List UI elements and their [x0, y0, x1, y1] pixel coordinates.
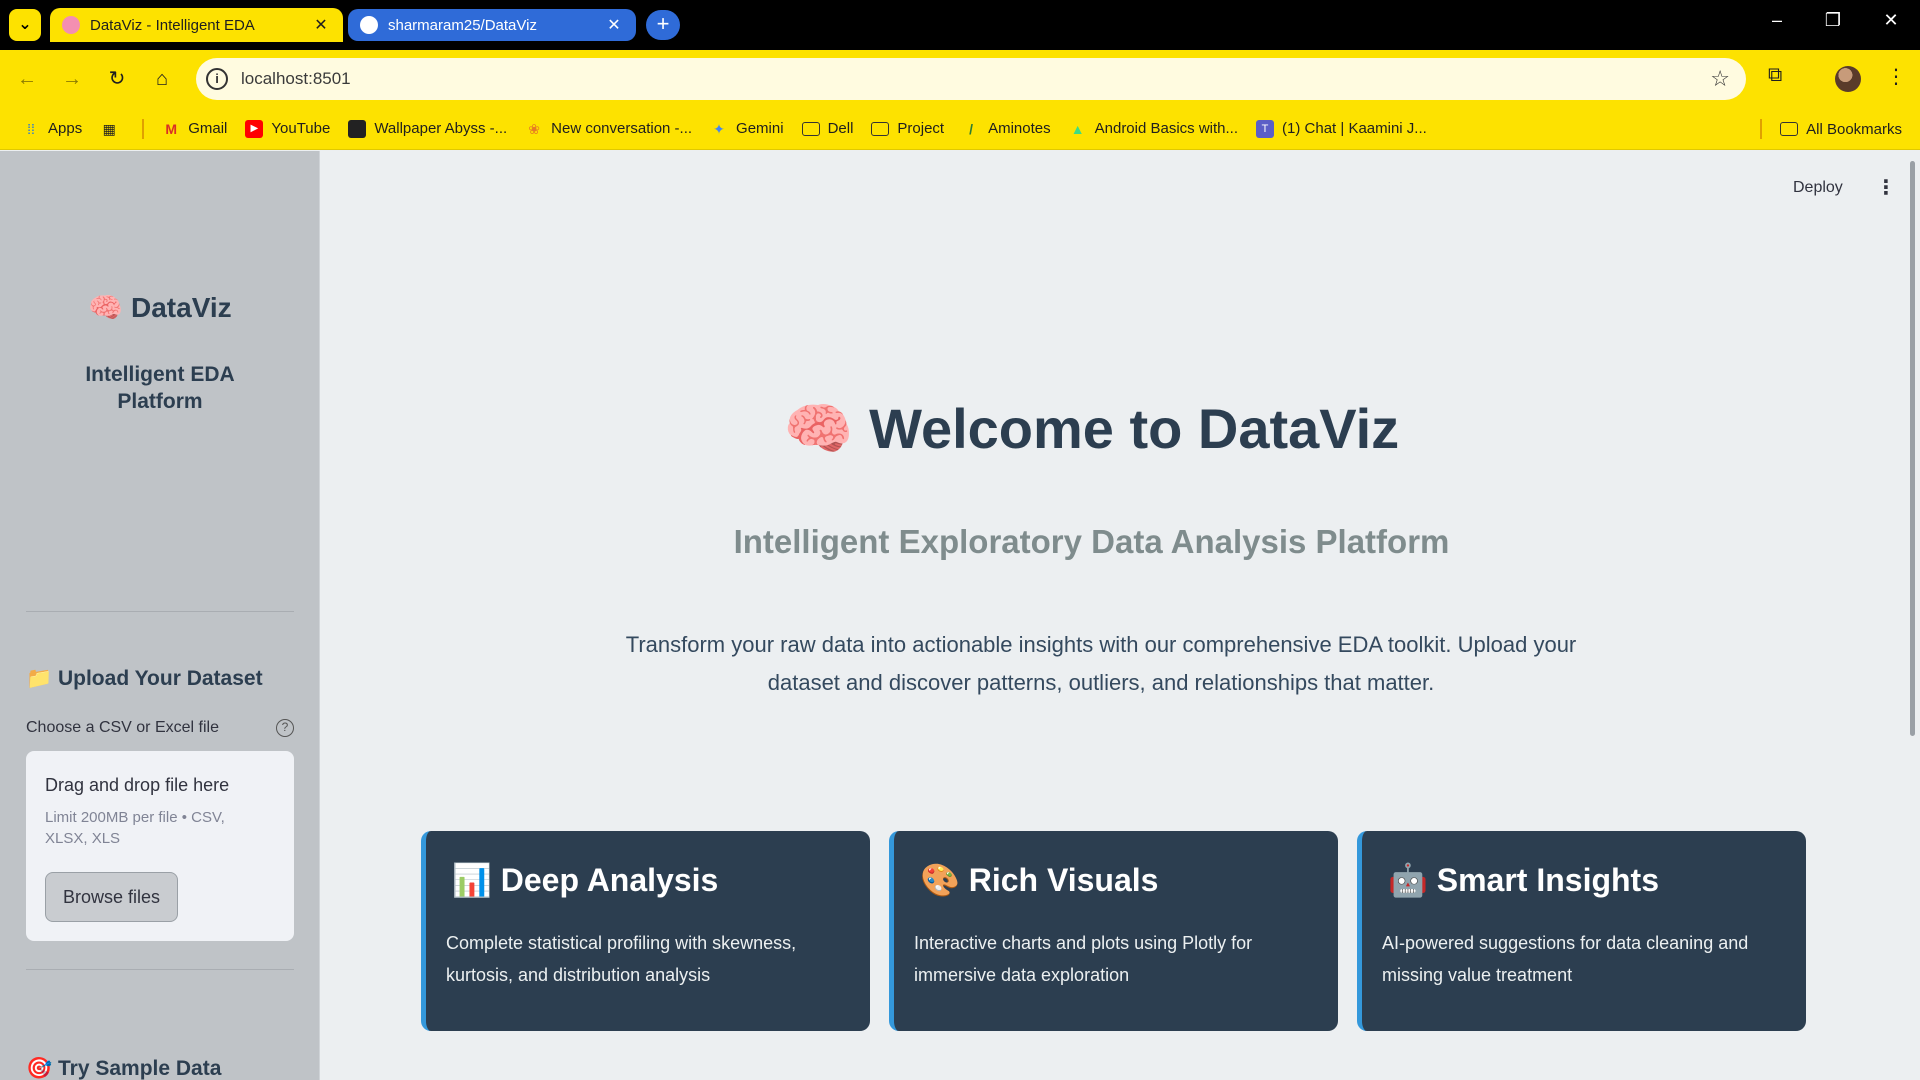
bookmark-copilot[interactable]: ❀ New conversation -...	[525, 120, 692, 138]
bookmark-dell[interactable]: Dell	[801, 120, 854, 137]
bookmark-gmail[interactable]: M Gmail	[162, 120, 227, 138]
page-description: Transform your raw data into actionable …	[625, 632, 1577, 695]
bookmark-label: Dell	[827, 120, 854, 137]
all-bookmarks-label: All Bookmarks	[1806, 120, 1902, 138]
bookmark-label: Aminotes	[988, 120, 1051, 137]
youtube-icon: ▶	[245, 119, 264, 138]
tab-title: DataViz - Intelligent EDA	[90, 16, 255, 34]
gmail-icon: M	[165, 120, 178, 137]
bookmark-android[interactable]: ▲ Android Basics with...	[1069, 120, 1238, 138]
bookmark-gemini[interactable]: ✦ Gemini	[710, 120, 784, 138]
close-tab-icon[interactable]: ✕	[311, 15, 331, 35]
profile-avatar[interactable]	[1835, 66, 1861, 92]
tab-github[interactable]: sharmaram25/DataViz ✕	[348, 9, 636, 41]
card-description: AI-powered suggestions for data cleaning…	[1382, 933, 1749, 985]
bookmark-label: Project	[897, 120, 945, 137]
upload-label: Choose a CSV or Excel file	[26, 719, 219, 736]
bookmark-teams[interactable]: T (1) Chat | Kaamini J...	[1256, 119, 1427, 138]
sidebar: 🧠 DataViz Intelligent EDA Platform 📁 Upl…	[0, 151, 320, 1080]
card-description: Interactive charts and plots using Plotl…	[914, 933, 1253, 985]
dropzone-title: Drag and drop file here	[45, 775, 230, 795]
window-close-icon[interactable]: ✕	[1876, 10, 1906, 31]
scrollbar[interactable]	[1910, 161, 1915, 736]
brain-favicon-icon	[62, 16, 80, 34]
tab-search-chevron-icon[interactable]: ⌄	[9, 9, 41, 41]
bookmark-apps[interactable]: ⁞⁞ Apps	[22, 120, 82, 138]
upload-heading: 📁 Upload Your Dataset	[26, 667, 263, 690]
help-icon[interactable]: ?	[276, 719, 294, 737]
sidebar-divider	[26, 611, 294, 612]
back-arrow-icon[interactable]: ←	[12, 64, 42, 94]
bookmark-grid[interactable]: ▦	[100, 120, 126, 138]
bookmark-label: YouTube	[271, 120, 331, 137]
gemini-icon: ✦	[713, 120, 725, 137]
forward-arrow-icon[interactable]: →	[57, 64, 87, 94]
new-tab-plus-icon[interactable]: +	[646, 10, 680, 40]
card-title: 📊 Deep Analysis	[452, 862, 719, 898]
card-description: Complete statistical profiling with skew…	[446, 933, 797, 985]
deploy-button[interactable]: Deploy	[1793, 179, 1843, 197]
github-favicon-icon	[360, 16, 378, 34]
sample-data-heading[interactable]: 🎯 Try Sample Data	[26, 1057, 221, 1080]
extensions-icon[interactable]: ⧉	[1768, 64, 1782, 87]
bookmark-label: (1) Chat | Kaamini J...	[1282, 120, 1427, 137]
feature-card-rich-visuals: 🎨 Rich Visuals Interactive charts and pl…	[889, 831, 1338, 1031]
dropzone-limit: Limit 200MB per file • CSV, XLSX, XLS	[45, 809, 225, 847]
bookmark-separator	[1760, 119, 1763, 139]
feature-card-deep-analysis: 📊 Deep Analysis Complete statistical pro…	[421, 831, 870, 1031]
apps-grid-icon: ⁞⁞	[27, 120, 35, 137]
tab-title: sharmaram25/DataViz	[388, 16, 537, 34]
bookmark-label: New conversation -...	[551, 120, 693, 137]
teams-icon: T	[1256, 119, 1275, 138]
site-info-icon[interactable]: i	[206, 68, 228, 90]
card-title: 🤖 Smart Insights	[1388, 862, 1659, 898]
reload-icon[interactable]: ↻	[102, 64, 132, 94]
bookmark-label: Gmail	[188, 120, 228, 137]
restore-icon[interactable]: ❐	[1818, 10, 1848, 31]
bookmark-star-icon[interactable]: ☆	[1710, 66, 1730, 92]
minimize-icon[interactable]: –	[1762, 10, 1792, 31]
bookmark-aminotes[interactable]: / Aminotes	[962, 120, 1051, 138]
bookmarks-bar: ⁞⁞ Apps ▦ M Gmail ▶ YouTube Wallpaper Ab…	[0, 108, 1920, 150]
bookmark-youtube[interactable]: ▶ YouTube	[245, 119, 331, 138]
feature-card-smart-insights: 🤖 Smart Insights AI-powered suggestions …	[1357, 831, 1806, 1031]
bookmark-label: Wallpaper Abyss -...	[374, 120, 508, 137]
browse-files-button[interactable]: Browse files	[45, 872, 178, 922]
folder-icon	[871, 121, 890, 136]
grid-icon: ▦	[102, 120, 116, 137]
sidebar-divider	[26, 969, 294, 970]
browser-toolbar: ← → ↻ ⌂ i localhost:8501 ☆ ⧉ ⋮	[0, 50, 1920, 108]
folder-icon	[801, 121, 820, 136]
aminotes-icon: /	[969, 120, 974, 137]
bookmark-separator	[142, 118, 145, 139]
close-tab-icon[interactable]: ✕	[604, 15, 624, 35]
file-dropzone[interactable]: Drag and drop file here Limit 200MB per …	[26, 751, 294, 941]
url-text[interactable]: localhost:8501	[241, 69, 351, 89]
browser-menu-icon[interactable]: ⋮	[1886, 64, 1906, 89]
bookmark-label: Android Basics with...	[1094, 120, 1239, 137]
bookmark-label: Gemini	[736, 120, 784, 137]
wallpaper-icon	[348, 119, 367, 138]
android-icon: ▲	[1070, 120, 1085, 137]
bookmark-label: Apps	[48, 120, 83, 137]
address-bar[interactable]: i localhost:8501 ☆	[196, 58, 1746, 100]
all-bookmarks[interactable]: All Bookmarks	[1744, 108, 1902, 150]
tab-dataviz[interactable]: DataViz - Intelligent EDA ✕	[50, 8, 343, 42]
bookmark-project[interactable]: Project	[871, 120, 944, 137]
card-title: 🎨 Rich Visuals	[920, 862, 1159, 898]
home-icon[interactable]: ⌂	[147, 64, 177, 94]
bookmark-wallpaper[interactable]: Wallpaper Abyss -...	[348, 119, 508, 138]
copilot-icon: ❀	[528, 120, 541, 137]
browser-tab-bar: ⌄ DataViz - Intelligent EDA ✕ sharmaram2…	[0, 0, 1920, 50]
sidebar-logo: 🧠 DataViz	[88, 292, 232, 323]
page-title: 🧠 Welcome to DataViz	[783, 397, 1400, 460]
page-subtitle: Intelligent Exploratory Data Analysis Pl…	[733, 523, 1450, 560]
main-menu-icon[interactable]: ⋮	[1876, 175, 1896, 200]
folder-icon	[1780, 122, 1799, 136]
main-content: Deploy ⋮ 🧠 Welcome to DataViz Intelligen…	[321, 151, 1920, 1080]
sidebar-tagline: Intelligent EDA Platform	[85, 363, 235, 413]
